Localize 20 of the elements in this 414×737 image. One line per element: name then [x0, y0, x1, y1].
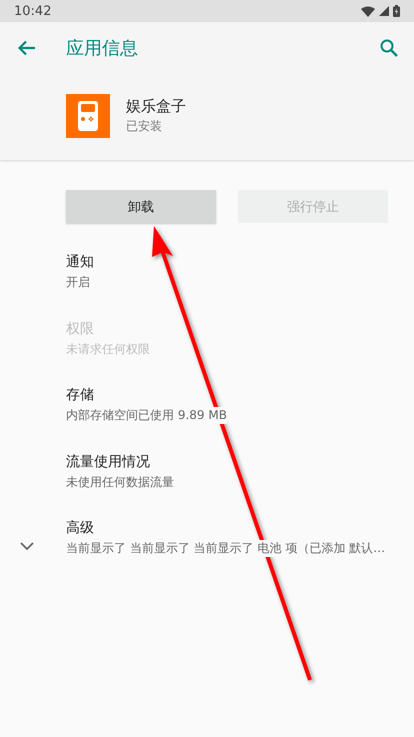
setting-summary: 未请求任何权限: [66, 340, 150, 358]
search-icon[interactable]: [380, 39, 398, 57]
setting-title[interactable]: 通知: [66, 253, 94, 272]
app-icon: [66, 94, 110, 138]
battery-icon: [393, 5, 400, 17]
setting-title[interactable]: 存储: [66, 386, 227, 404]
setting-summary: 内部存储空间已使用 9.89 MB: [66, 407, 227, 424]
back-icon[interactable]: [18, 40, 36, 56]
status-time: 10:42: [14, 4, 52, 18]
setting-title[interactable]: 高级: [66, 519, 386, 538]
app-status: 已安装: [126, 118, 163, 135]
wifi-icon: [361, 6, 375, 16]
app-name: 娱乐盒子: [126, 97, 186, 116]
setting-summary: 当前显示了 当前显示了 当前显示了 电池 项（已添加 默认…: [66, 540, 386, 558]
uninstall-button[interactable]: 卸载: [66, 190, 216, 223]
setting-title[interactable]: 流量使用情况: [66, 452, 174, 471]
chevron-down-icon[interactable]: [20, 542, 34, 551]
page-title: 应用信息: [66, 37, 139, 60]
setting-summary: 未使用任何数据流量: [66, 474, 174, 491]
signal-icon: [379, 6, 389, 16]
